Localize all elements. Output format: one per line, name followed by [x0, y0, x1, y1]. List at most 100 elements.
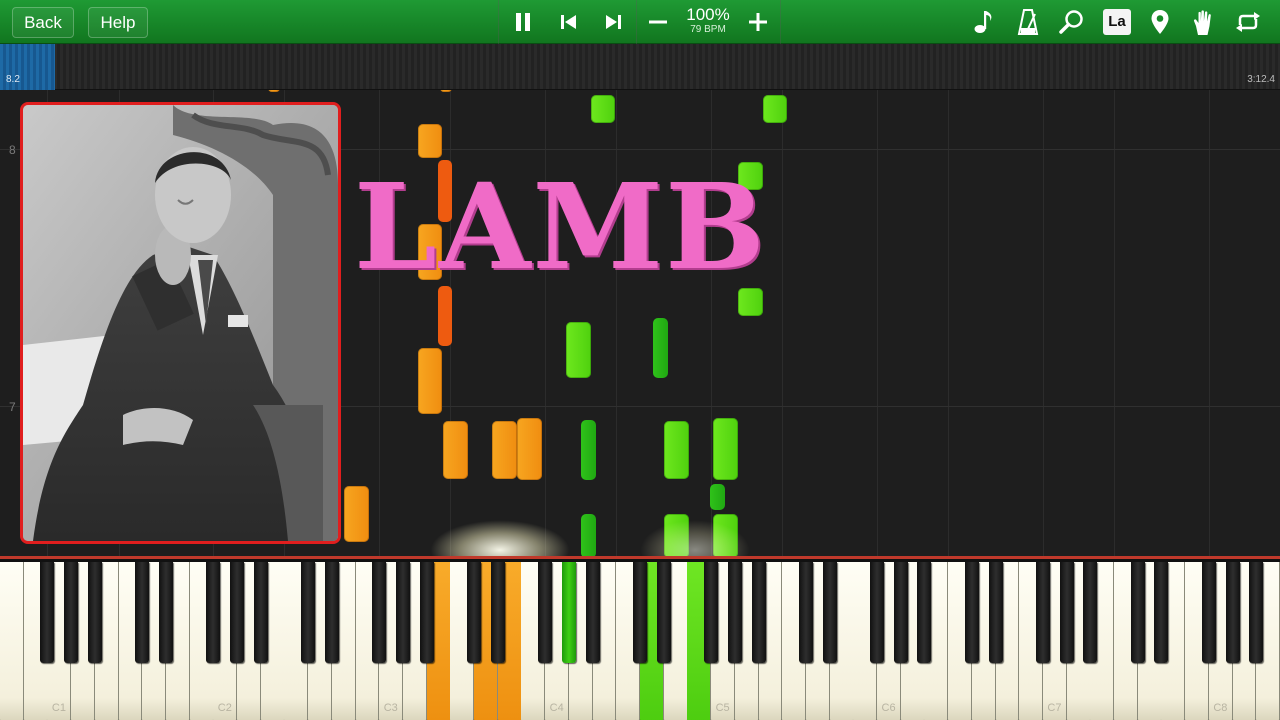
right-hand-note [710, 484, 725, 510]
black-key[interactable] [822, 562, 837, 663]
zoom-button[interactable] [1058, 8, 1086, 36]
black-key[interactable] [324, 562, 339, 663]
forward-icon [606, 15, 621, 29]
black-key[interactable] [1249, 562, 1264, 663]
rewind-button[interactable] [552, 0, 586, 44]
black-key[interactable] [727, 562, 742, 663]
composer-photo [20, 102, 341, 544]
black-key[interactable] [40, 562, 55, 663]
song-timeline[interactable]: 8.2 3:12.4 [0, 44, 1280, 90]
black-key[interactable] [1225, 562, 1240, 663]
guide-line [1043, 90, 1044, 556]
black-key[interactable] [893, 562, 908, 663]
black-key[interactable] [1035, 562, 1050, 663]
black-key[interactable] [1154, 562, 1169, 663]
octave-label: C6 [881, 702, 896, 714]
black-key[interactable] [964, 562, 979, 663]
toolbar-separator [780, 0, 781, 44]
black-key[interactable] [988, 562, 1003, 663]
black-key[interactable] [1083, 562, 1098, 663]
help-button[interactable]: Help [88, 7, 148, 38]
tempo-increase-button[interactable] [742, 0, 774, 44]
pause-button[interactable] [506, 0, 540, 44]
guide-line [948, 90, 950, 556]
white-key[interactable] [0, 562, 24, 720]
black-key[interactable] [538, 562, 553, 663]
music-note-button[interactable] [970, 8, 998, 36]
octave-label: C3 [383, 702, 398, 714]
black-key[interactable] [1130, 562, 1145, 663]
timeline-position: 8.2 [6, 74, 20, 85]
tempo-percent: 100% [686, 5, 730, 24]
black-key[interactable] [917, 562, 932, 663]
hand-icon [1193, 9, 1211, 35]
right-hand-note [713, 418, 738, 480]
tempo-decrease-button[interactable] [642, 0, 674, 44]
label-mode-button[interactable]: La [1103, 9, 1131, 35]
black-key[interactable] [87, 562, 102, 663]
left-hand-note [492, 421, 517, 479]
black-key[interactable] [253, 562, 268, 663]
octave-label: C5 [715, 702, 730, 714]
black-key[interactable] [1201, 562, 1216, 663]
black-key[interactable] [633, 562, 647, 663]
black-key[interactable] [301, 562, 316, 663]
guide-line [782, 90, 784, 556]
black-key[interactable] [798, 562, 813, 663]
black-key[interactable] [870, 562, 885, 663]
marker-icon [1151, 10, 1169, 34]
magnifier-icon [1059, 10, 1083, 34]
right-hand-note [591, 95, 615, 123]
black-key[interactable] [1059, 562, 1074, 663]
metronome-button[interactable] [1014, 8, 1042, 36]
black-key[interactable] [704, 562, 719, 663]
black-key[interactable] [585, 562, 600, 663]
timeline-duration: 3:12.4 [1247, 74, 1275, 85]
left-hand-note [418, 348, 442, 414]
plus-icon [749, 13, 767, 31]
forward-button[interactable] [596, 0, 630, 44]
black-key[interactable] [372, 562, 387, 663]
octave-label: C8 [1213, 702, 1228, 714]
black-key[interactable] [751, 562, 766, 663]
guide-line [877, 90, 878, 556]
left-hand-note [268, 90, 280, 92]
left-hand-note [517, 418, 542, 480]
black-key[interactable] [206, 562, 221, 663]
black-key[interactable] [467, 562, 482, 663]
composer-portrait [23, 105, 338, 541]
loop-button[interactable] [1234, 8, 1262, 36]
guide-line [1208, 90, 1210, 556]
right-hand-note [566, 322, 591, 378]
measure-number: 8 [9, 143, 16, 157]
black-key[interactable] [561, 562, 576, 663]
black-key[interactable] [135, 562, 150, 663]
black-key[interactable] [656, 562, 671, 663]
toolbar-separator [498, 0, 499, 44]
guide-line [1114, 90, 1116, 556]
black-key[interactable] [490, 562, 505, 663]
octave-label: C7 [1047, 702, 1062, 714]
tempo-bpm: 79 BPM [690, 24, 726, 35]
black-key[interactable] [158, 562, 173, 663]
hands-button[interactable] [1190, 8, 1218, 36]
piano-keyboard[interactable]: C1 C2 C3 C4 C5 C6 C7 C8 [0, 556, 1280, 720]
minus-icon [649, 20, 667, 24]
black-key[interactable] [395, 562, 410, 663]
black-key[interactable] [230, 562, 245, 663]
right-hand-note [581, 514, 596, 556]
octave-label: C1 [51, 702, 66, 714]
black-key[interactable] [64, 562, 79, 663]
song-title: LAMB [354, 157, 767, 296]
metronome-icon [1017, 9, 1039, 35]
loop-icon [1236, 12, 1260, 32]
back-button[interactable]: Back [12, 7, 74, 38]
top-toolbar: Back Help 100% 79 BPM La [0, 0, 1280, 44]
marker-button[interactable] [1146, 8, 1174, 36]
rewind-icon [561, 15, 576, 29]
note-icon [974, 11, 992, 33]
octave-label: C2 [217, 702, 232, 714]
right-hand-note [763, 95, 787, 123]
synthesia-window: Back Help 100% 79 BPM La 8.2 3:12.4 8 7 … [0, 0, 1280, 720]
black-key[interactable] [419, 562, 434, 663]
